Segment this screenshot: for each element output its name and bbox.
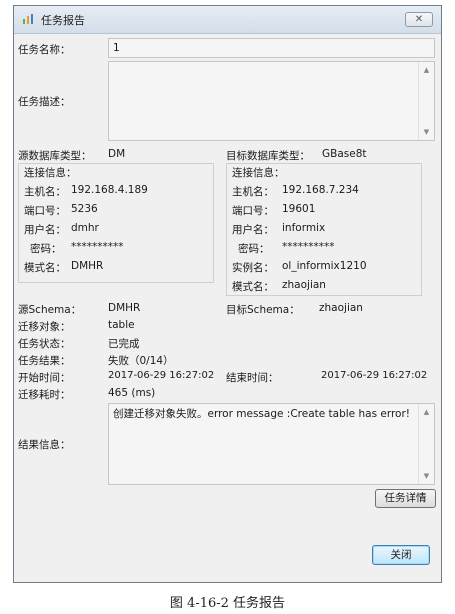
result-message-label: 结果信息： — [18, 439, 71, 451]
scroll-down-icon[interactable]: ▼ — [419, 472, 434, 480]
target-schema-value: zhaojian — [319, 302, 363, 314]
source-schema-mode-label: 模式名： — [24, 262, 66, 274]
task-result-value: 失败（0/14） — [108, 355, 174, 367]
duration-label: 迁移耗时： — [18, 389, 71, 401]
source-port-label: 端口号： — [24, 205, 66, 217]
source-port-value: 5236 — [71, 203, 98, 215]
source-connection-group: 连接信息： 主机名： 192.168.4.189 端口号： 5236 用户名： … — [18, 163, 214, 283]
result-message-field[interactable]: 创建迁移对象失败。error message :Create table has… — [108, 403, 435, 485]
target-user-label: 用户名： — [232, 224, 274, 236]
scroll-up-icon[interactable]: ▲ — [419, 66, 434, 74]
target-db-type-label: 目标数据库类型： — [226, 150, 310, 162]
target-instance-label: 实例名： — [232, 262, 274, 274]
source-schema-mode-value: DMHR — [71, 260, 104, 272]
source-user-label: 用户名： — [24, 224, 66, 236]
task-result-label: 任务结果： — [18, 355, 71, 367]
target-pwd-value: ********** — [282, 241, 335, 253]
scroll-down-icon[interactable]: ▼ — [419, 128, 434, 136]
target-conn-label: 连接信息： — [232, 167, 285, 179]
target-pwd-label: 密码： — [238, 243, 270, 255]
target-instance-value: ol_informix1210 — [282, 260, 367, 272]
duration-value: 465 (ms) — [108, 387, 156, 399]
target-schema-mode-value: zhaojian — [282, 279, 326, 291]
task-status-label: 任务状态： — [18, 338, 71, 350]
source-host-label: 主机名： — [24, 186, 66, 198]
target-db-type-value: GBase8t — [322, 148, 367, 160]
target-schema-label: 目标Schema： — [226, 304, 300, 316]
target-user-value: informix — [282, 222, 326, 234]
result-message-value: 创建迁移对象失败。error message :Create table has… — [113, 408, 411, 420]
end-time-value: 2017-06-29 16:27:02 — [321, 370, 428, 381]
source-host-value: 192.168.4.189 — [71, 184, 148, 196]
title-bar[interactable]: 任务报告 ✕ — [14, 6, 441, 34]
figure-caption: 图 4-16-2 任务报告 — [169, 596, 286, 611]
source-db-type-label: 源数据库类型： — [18, 150, 92, 162]
source-user-value: dmhr — [71, 222, 99, 234]
source-db-type-value: DM — [108, 148, 126, 160]
source-conn-label: 连接信息： — [24, 167, 77, 179]
close-button[interactable]: 关闭 — [372, 545, 430, 565]
report-icon — [23, 14, 33, 24]
task-desc-field[interactable]: ▲ ▼ — [108, 61, 435, 141]
message-scrollbar[interactable]: ▲ ▼ — [418, 404, 434, 484]
migration-object-value: table — [108, 319, 135, 331]
task-name-label: 任务名称： — [18, 44, 71, 56]
task-name-field[interactable]: 1 — [108, 38, 435, 58]
source-pwd-label: 密码： — [30, 243, 62, 255]
close-window-button[interactable]: ✕ — [405, 12, 433, 27]
end-time-label: 结束时间： — [226, 372, 279, 384]
target-port-label: 端口号： — [232, 205, 274, 217]
task-status-value: 已完成 — [108, 338, 140, 350]
desc-scrollbar[interactable]: ▲ ▼ — [418, 62, 434, 140]
window-title: 任务报告 — [41, 14, 85, 27]
task-details-button[interactable]: 任务详情 — [375, 489, 436, 508]
scroll-up-icon[interactable]: ▲ — [419, 408, 434, 416]
target-schema-mode-label: 模式名： — [232, 281, 274, 293]
source-pwd-value: ********** — [71, 241, 124, 253]
source-schema-label: 源Schema： — [18, 304, 82, 316]
migration-object-label: 迁移对象： — [18, 321, 71, 333]
start-time-value: 2017-06-29 16:27:02 — [108, 370, 215, 381]
target-host-label: 主机名： — [232, 186, 274, 198]
task-name-value: 1 — [113, 42, 120, 54]
target-host-value: 192.168.7.234 — [282, 184, 359, 196]
close-icon: ✕ — [414, 14, 424, 25]
task-desc-label: 任务描述： — [18, 96, 71, 108]
start-time-label: 开始时间： — [18, 372, 71, 384]
target-port-value: 19601 — [282, 203, 316, 215]
target-connection-group: 连接信息： 主机名： 192.168.7.234 端口号： 19601 用户名：… — [226, 163, 422, 296]
task-report-dialog: 任务报告 ✕ 任务名称： 1 任务描述： ▲ ▼ 源数据库类型： DM 目标数据… — [13, 5, 442, 583]
source-schema-value: DMHR — [108, 302, 141, 314]
